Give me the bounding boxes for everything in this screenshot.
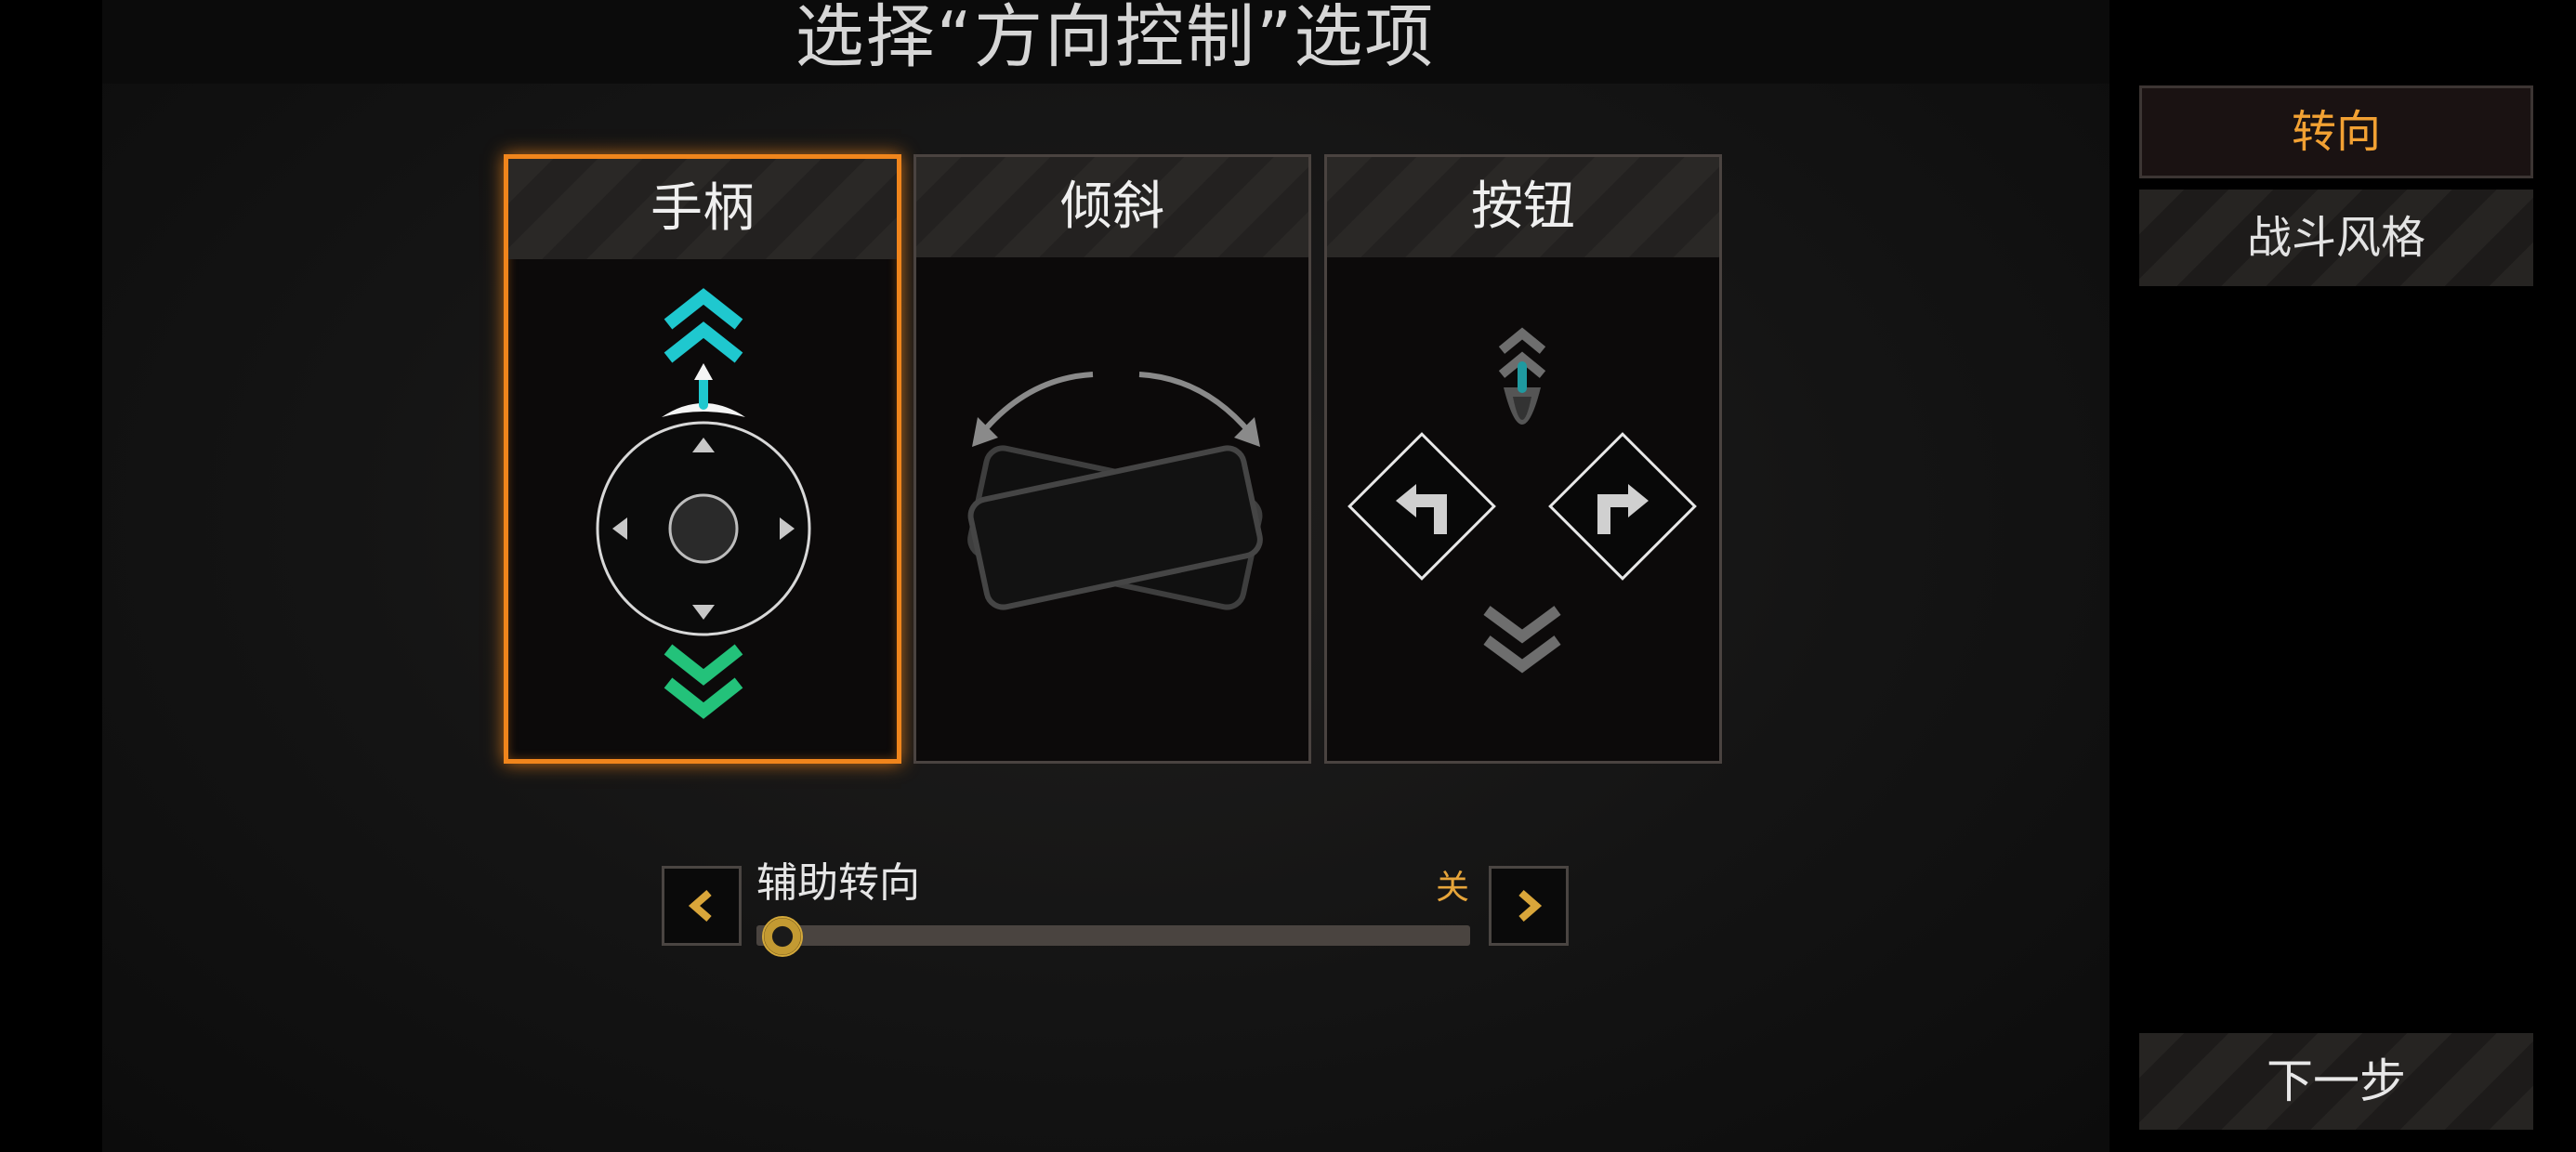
- chevron-left-icon: [688, 889, 712, 923]
- sidebar-tab-combat-style[interactable]: 战斗风格: [2139, 190, 2533, 286]
- option-label: 手柄: [508, 159, 897, 259]
- option-label: 按钮: [1327, 157, 1719, 257]
- tilt-illustration: [916, 257, 1308, 761]
- tilt-phone-icon: [967, 372, 1263, 610]
- option-buttons-card[interactable]: 按钮: [1324, 154, 1722, 764]
- page-title: 选择“方向控制”选项: [795, 0, 1436, 77]
- chevron-up-icon: [664, 288, 743, 363]
- option-label: 倾斜: [916, 157, 1308, 257]
- assist-steering-slider-track[interactable]: [756, 925, 1470, 946]
- assist-steering-label: 辅助转向: [756, 859, 920, 907]
- assist-steering-value: 关: [1436, 869, 1470, 907]
- joystick-icon: [596, 288, 811, 719]
- previous-button[interactable]: [662, 866, 742, 946]
- chevron-down-icon: [664, 644, 743, 719]
- joystick-illustration: [508, 259, 897, 759]
- next-value-button[interactable]: [1489, 866, 1569, 946]
- ship-icon: [1498, 327, 1546, 425]
- sidebar-tab-steering[interactable]: 转向: [2139, 85, 2533, 178]
- option-tilt-card[interactable]: 倾斜: [913, 154, 1311, 764]
- ship-icon: [662, 363, 745, 417]
- chevron-down-icon: [1483, 606, 1561, 674]
- chevron-right-icon: [1518, 889, 1543, 923]
- next-step-button[interactable]: 下一步: [2139, 1033, 2533, 1130]
- option-joystick-card[interactable]: 手柄: [504, 154, 901, 764]
- assist-steering-slider-handle[interactable]: [762, 916, 803, 957]
- buttons-icon: [1347, 327, 1697, 674]
- buttons-illustration: [1327, 257, 1719, 761]
